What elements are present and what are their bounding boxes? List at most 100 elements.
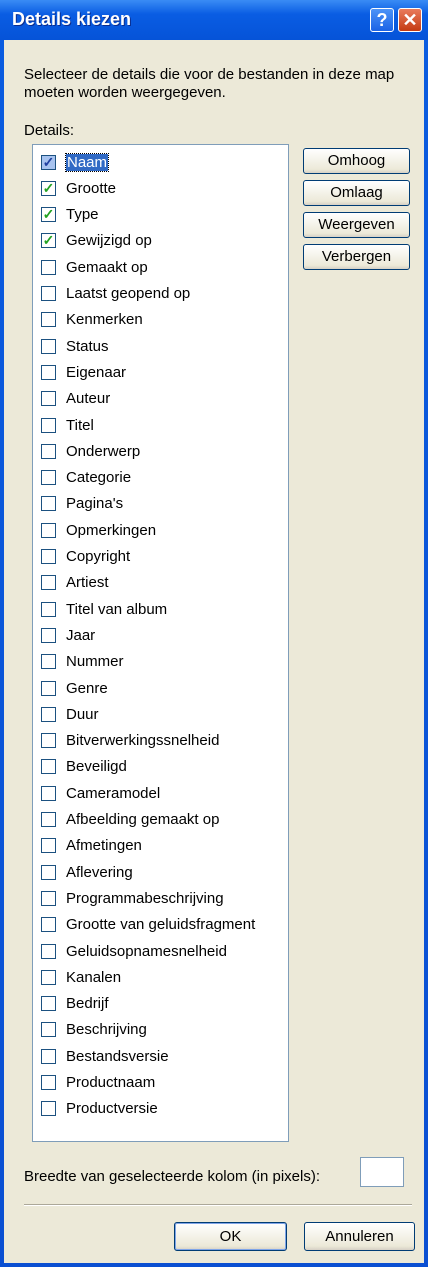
checkbox-unchecked[interactable] [41, 364, 56, 380]
detail-item-label: Kanalen [66, 968, 122, 986]
checkbox-unchecked[interactable] [41, 864, 56, 880]
checkbox-unchecked[interactable] [41, 706, 56, 722]
detail-item[interactable]: Grootte van geluidsfragment [41, 914, 255, 936]
detail-item[interactable]: Artiest [41, 572, 109, 594]
checkbox-unchecked[interactable] [41, 391, 56, 407]
detail-item[interactable]: Aflevering [41, 861, 133, 883]
checkbox-unchecked[interactable] [41, 733, 56, 749]
detail-item[interactable]: Titel van album [41, 598, 167, 620]
checkbox-unchecked[interactable] [41, 601, 56, 617]
detail-item[interactable]: Afbeelding gemaakt op [41, 809, 219, 831]
detail-item[interactable]: Pagina's [41, 493, 123, 515]
move-up-button[interactable]: Omhoog [303, 148, 410, 174]
checkbox-checked[interactable]: ✓ [41, 233, 56, 249]
detail-item[interactable]: Programmabeschrijving [41, 887, 224, 909]
detail-item[interactable]: Bitverwerkingssnelheid [41, 730, 219, 752]
detail-item-label: Eigenaar [66, 363, 127, 381]
checkbox-unchecked[interactable] [41, 785, 56, 801]
detail-item[interactable]: Nummer [41, 651, 124, 673]
detail-item[interactable]: Titel [41, 414, 94, 436]
cancel-button[interactable]: Annuleren [304, 1222, 415, 1251]
detail-item[interactable]: Onderwerp [41, 440, 140, 462]
detail-item-label: Afmetingen [66, 837, 142, 855]
detail-item-label: Kenmerken [66, 311, 143, 329]
checkbox-unchecked[interactable] [41, 1048, 56, 1064]
detail-item-label: Aflevering [66, 863, 133, 881]
detail-item[interactable]: ✓ Grootte [41, 177, 116, 199]
dialog-window: Details kiezen ? ✕ Selecteer de details … [0, 0, 428, 1267]
checkbox-unchecked[interactable] [41, 969, 56, 985]
checkbox-unchecked[interactable] [41, 654, 56, 670]
detail-item[interactable]: Bedrijf [41, 993, 109, 1015]
close-button[interactable]: ✕ [398, 8, 422, 32]
details-label: Details: [24, 122, 75, 139]
checkbox-unchecked[interactable] [41, 812, 56, 827]
detail-item-label: Afbeelding gemaakt op [66, 811, 220, 828]
detail-item[interactable]: Jaar [41, 624, 95, 646]
title-bar[interactable]: Details kiezen ? ✕ [0, 0, 428, 40]
checkbox-unchecked[interactable] [41, 943, 56, 959]
detail-item[interactable]: Beschrijving [41, 1019, 147, 1041]
checkbox-unchecked[interactable] [41, 549, 56, 564]
detail-item-label: Auteur [66, 390, 111, 408]
checkbox-checked[interactable]: ✓ [41, 207, 56, 223]
detail-item[interactable]: Genre [41, 677, 108, 699]
detail-item[interactable]: Afmetingen [41, 835, 142, 857]
detail-item[interactable]: Beveiligd [41, 756, 127, 778]
detail-item[interactable]: Gemaakt op [41, 256, 148, 278]
column-width-input[interactable] [360, 1157, 404, 1187]
hide-button[interactable]: Verbergen [303, 244, 410, 270]
checkbox-unchecked[interactable] [41, 759, 56, 775]
checkbox-unchecked[interactable] [41, 996, 56, 1012]
detail-item[interactable]: ✓ Gewijzigd op [41, 230, 152, 252]
detail-item[interactable]: Productversie [41, 1098, 158, 1120]
detail-item[interactable]: Cameramodel [41, 782, 160, 804]
detail-item-label: Grootte van geluidsfragment [66, 916, 256, 934]
help-button[interactable]: ? [370, 8, 394, 32]
details-list[interactable]: ✓ Naam ✓ Grootte ✓ Type ✓ Gewijzigd op Gemaakt o… [32, 144, 289, 1142]
checkbox-unchecked[interactable] [41, 1075, 56, 1090]
detail-item[interactable]: Copyright [41, 546, 130, 568]
checkbox-unchecked[interactable] [41, 286, 56, 301]
checkbox-unchecked[interactable] [41, 627, 56, 643]
checkbox-unchecked[interactable] [41, 1101, 56, 1117]
detail-item[interactable]: Bestandsversie [41, 1045, 169, 1067]
show-button[interactable]: Weergeven [303, 212, 410, 238]
detail-item[interactable]: Auteur [41, 388, 110, 410]
detail-item[interactable]: ✓ Naam [41, 151, 110, 173]
checkbox-unchecked[interactable] [41, 1022, 56, 1038]
detail-item[interactable]: Kanalen [41, 966, 121, 988]
checkbox-unchecked[interactable] [41, 443, 56, 459]
checkbox-unchecked[interactable] [41, 838, 56, 854]
detail-item[interactable]: ✓ Type [41, 204, 99, 226]
move-down-button[interactable]: Omlaag [303, 180, 410, 206]
detail-item[interactable]: Status [41, 335, 109, 357]
checkbox-unchecked[interactable] [41, 522, 56, 538]
checkbox-unchecked[interactable] [41, 259, 56, 275]
checkbox-unchecked[interactable] [41, 680, 56, 696]
detail-item[interactable]: Opmerkingen [41, 519, 156, 541]
detail-item[interactable]: Eigenaar [41, 361, 126, 383]
description-text: Selecteer de details die voor de bestand… [24, 66, 395, 101]
detail-item-label: Productnaam [66, 1074, 156, 1091]
checkbox-unchecked[interactable] [41, 417, 56, 433]
ok-button[interactable]: OK [174, 1222, 287, 1251]
checkbox-unchecked[interactable] [41, 338, 56, 354]
detail-item[interactable]: Geluidsopnamesnelheid [41, 940, 227, 962]
checkbox-unchecked[interactable] [41, 890, 56, 906]
detail-item[interactable]: Categorie [41, 467, 131, 489]
detail-item-label: Cameramodel [66, 784, 161, 802]
checkbox-checked[interactable]: ✓ [41, 180, 56, 196]
detail-item[interactable]: Kenmerken [41, 309, 143, 331]
checkbox-unchecked[interactable] [41, 312, 56, 328]
detail-item-label: Grootte [66, 179, 117, 197]
checkbox-unchecked[interactable] [41, 496, 56, 512]
checkbox-unchecked[interactable] [41, 470, 56, 486]
checkbox-unchecked[interactable] [41, 917, 56, 933]
checkbox-unchecked[interactable] [41, 575, 56, 591]
detail-item[interactable]: Laatst geopend op [41, 283, 190, 305]
checkbox-checked[interactable]: ✓ [41, 154, 56, 170]
detail-item[interactable]: Duur [41, 703, 99, 725]
detail-item[interactable]: Productnaam [41, 1072, 155, 1094]
detail-item-label: Titel [66, 416, 94, 434]
